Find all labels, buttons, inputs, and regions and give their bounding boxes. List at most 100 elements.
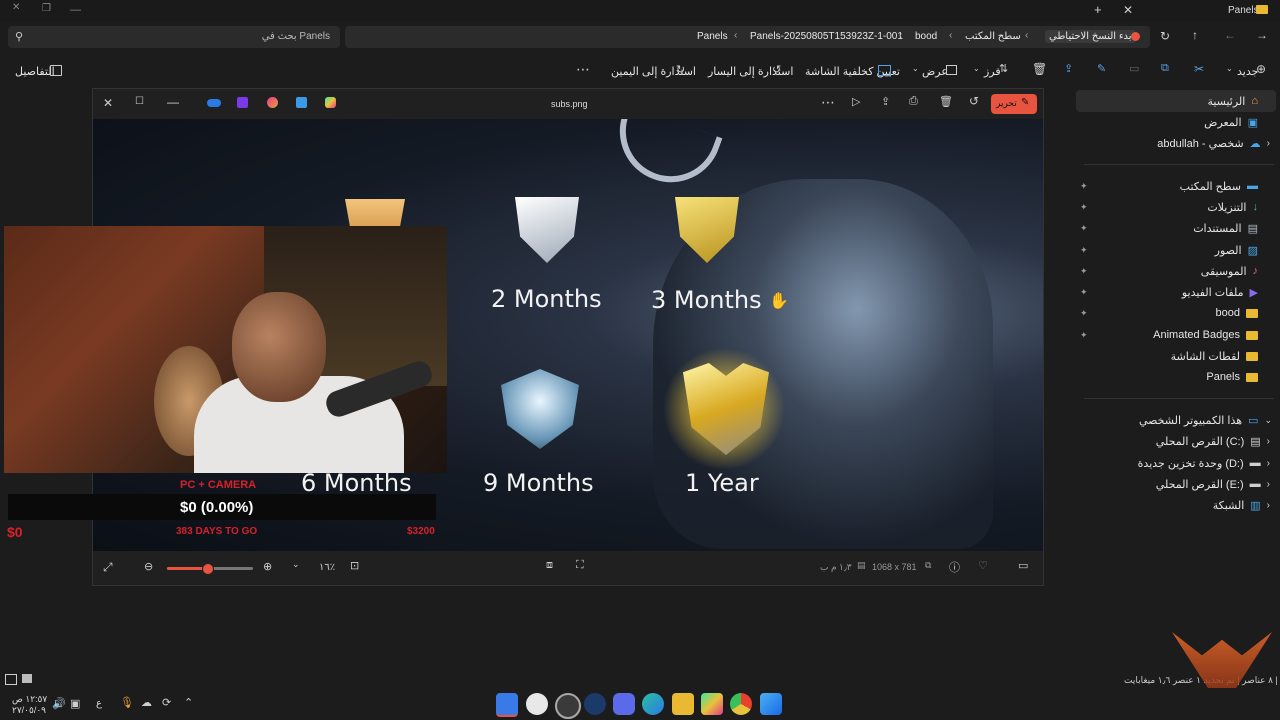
paste-icon[interactable]: ▭	[1129, 62, 1139, 75]
sidebar-item-drive-c[interactable]: القرص المحلي (C:) ▤ ›	[1156, 431, 1270, 451]
zoom-in-icon[interactable]: ⊕	[263, 560, 272, 573]
taskbar-discord-app[interactable]	[613, 693, 635, 715]
minimize-icon[interactable]: —	[167, 95, 179, 109]
taskbar-edge-app[interactable]	[642, 693, 664, 715]
rotate-icon[interactable]: ↺	[969, 94, 979, 108]
clipchamp-app-icon[interactable]	[237, 97, 248, 108]
sync-tray-icon[interactable]: ⟳	[162, 696, 171, 709]
taskbar-file-explorer-app[interactable]	[672, 693, 694, 715]
zoom-slider[interactable]	[167, 563, 253, 575]
sidebar-item-music[interactable]: الموسيقى ♪	[1201, 261, 1258, 281]
sidebar-item-desktop[interactable]: سطح المكتب ▬	[1180, 176, 1258, 196]
zoom-slider-thumb[interactable]	[201, 563, 214, 575]
input-language[interactable]: ع	[96, 698, 102, 709]
refresh-icon[interactable]: ↻	[1160, 29, 1170, 43]
share-icon[interactable]: ⇪	[1064, 62, 1073, 75]
share-icon[interactable]: ⇪	[881, 95, 890, 108]
chevron-right-icon[interactable]: ›	[1267, 479, 1270, 490]
clock-date[interactable]: ٢٧/٠٥/٠٩	[12, 705, 46, 716]
slideshow-icon[interactable]: ▷	[852, 95, 860, 108]
edit-button[interactable]: تحرير ✎	[991, 94, 1037, 114]
breadcrumb-item[interactable]: سطح المكتب	[965, 31, 1021, 42]
fit-icon[interactable]: ⊡	[350, 559, 359, 572]
search-box[interactable]: ⚲ بحث في Panels	[8, 26, 340, 48]
details-button[interactable]: التفاصيل	[15, 65, 55, 78]
taskbar-copilot-app[interactable]	[701, 693, 723, 715]
zoom-out-icon[interactable]: ⊖	[144, 560, 153, 573]
delete-icon[interactable]: 🗑	[939, 95, 953, 108]
crop-icon[interactable]: ⧈	[546, 559, 553, 572]
sidebar-item-documents[interactable]: المستندات ▤	[1193, 218, 1258, 238]
tiles-view-icon[interactable]	[22, 674, 32, 683]
tab-label[interactable]: Panels	[1228, 5, 1259, 16]
notification-icon[interactable]: ▣	[70, 697, 80, 710]
volume-icon[interactable]: 🔊	[52, 697, 66, 710]
details-view-icon[interactable]	[5, 674, 17, 685]
sidebar-item-bood[interactable]: bood	[1216, 303, 1258, 323]
chevron-down-icon[interactable]: ⌄	[1264, 415, 1272, 426]
sidebar-item-drive-d[interactable]: وحدة تخزين جديدة (D:) ▬ ›	[1138, 453, 1270, 473]
sidebar-item-onedrive[interactable]: abdullah - شخصي ☁ ›	[1157, 133, 1270, 153]
maximize-icon[interactable]: ☐	[135, 96, 144, 107]
breadcrumb-item[interactable]: Panels-20250805T153923Z-1-001	[750, 31, 903, 42]
sidebar-item-panels[interactable]: Panels	[1206, 367, 1258, 387]
back-icon[interactable]: →	[1256, 28, 1268, 42]
close-tab-icon[interactable]: ✕	[1123, 3, 1133, 17]
breadcrumb-item[interactable]: بدء النسخ الاحتياطي	[1045, 30, 1136, 43]
copy-icon[interactable]: ⧉	[1161, 62, 1169, 75]
taskbar-chrome-app[interactable]	[730, 693, 752, 715]
paint-app-icon[interactable]	[296, 97, 307, 108]
chevron-right-icon[interactable]: ›	[1267, 500, 1270, 511]
sidebar-item-drive-e[interactable]: القرص المحلي (E:) ▬ ›	[1156, 474, 1270, 494]
sidebar-item-home-label[interactable]: الرئيسية ⌂	[1207, 91, 1258, 111]
close-icon[interactable]: ✕	[103, 96, 113, 110]
breadcrumb[interactable]: Panels ‹ Panels-20250805T153923Z-1-001 ‹…	[345, 26, 1150, 48]
chevron-right-icon[interactable]: ›	[1267, 458, 1270, 469]
favorite-icon[interactable]: ♡	[978, 559, 988, 572]
sidebar-item-gallery[interactable]: المعرض ▣	[1204, 112, 1258, 132]
taskbar-obs-app[interactable]	[555, 693, 581, 719]
new-tab-icon[interactable]: +	[1094, 2, 1102, 17]
expand-icon[interactable]: ⤢	[103, 560, 113, 575]
filmstrip-icon[interactable]: ▭	[1018, 559, 1028, 572]
taskbar-steam-app[interactable]	[584, 693, 606, 715]
rename-icon[interactable]: ✎	[1097, 62, 1106, 75]
chevron-down-icon[interactable]: ⌄	[292, 559, 300, 570]
cut-icon[interactable]: ✂	[1194, 62, 1204, 76]
chevron-right-icon[interactable]: ›	[1267, 138, 1270, 149]
search-input[interactable]: بحث في Panels	[262, 31, 330, 42]
designer-app-icon[interactable]	[267, 97, 278, 108]
clock-time[interactable]: ١٢:٥٧ ص	[12, 694, 47, 705]
breadcrumb-item[interactable]: bood	[915, 31, 937, 42]
sidebar-item-pictures[interactable]: الصور ▨	[1215, 240, 1258, 260]
focus-icon[interactable]: ⛶	[576, 559, 584, 572]
delete-icon[interactable]: 🗑	[1032, 62, 1047, 76]
sidebar-item-screenshots[interactable]: لقطات الشاشة	[1171, 346, 1258, 366]
taskbar-photos-app[interactable]	[496, 693, 518, 717]
sidebar-item-animated-badges[interactable]: Animated Badges	[1153, 325, 1258, 345]
forward-icon[interactable]: ←	[1224, 28, 1236, 42]
more-icon[interactable]: ⋯	[576, 61, 590, 78]
info-icon[interactable]: ⓘ	[949, 559, 960, 575]
zoom-percentage[interactable]: ١٦٪	[319, 562, 335, 573]
onedrive-app-icon[interactable]	[207, 99, 221, 107]
breadcrumb-item[interactable]: Panels	[697, 31, 728, 42]
more-icon[interactable]: ⋯	[821, 94, 835, 111]
view-button[interactable]: عرض	[922, 65, 948, 78]
restore-icon[interactable]: ❐	[42, 3, 51, 14]
chevron-up-icon[interactable]: ⌃	[184, 696, 193, 709]
sidebar-item-videos[interactable]: ملفات الفيديو ▶	[1182, 282, 1258, 302]
taskbar-start-button[interactable]	[760, 693, 782, 715]
sidebar-item-this-pc[interactable]: هذا الكمبيوتر الشخصي ▭ ⌄	[1139, 410, 1272, 430]
close-window-icon[interactable]: —	[70, 4, 81, 16]
minimize-icon[interactable]: ✕	[12, 2, 20, 13]
copilot-app-icon[interactable]	[325, 97, 336, 108]
onedrive-tray-icon[interactable]: ☁	[141, 696, 152, 709]
chevron-right-icon[interactable]: ›	[1267, 436, 1270, 447]
taskbar-media-player-app[interactable]	[526, 693, 548, 715]
microphone-icon[interactable]: 🎙	[120, 696, 134, 709]
up-icon[interactable]: ↑	[1192, 28, 1198, 42]
sidebar-item-network[interactable]: الشبكة ▥ ›	[1213, 495, 1270, 515]
sidebar-item-downloads[interactable]: التنزيلات ↓	[1207, 197, 1258, 217]
print-icon[interactable]: ⎙	[909, 95, 918, 108]
